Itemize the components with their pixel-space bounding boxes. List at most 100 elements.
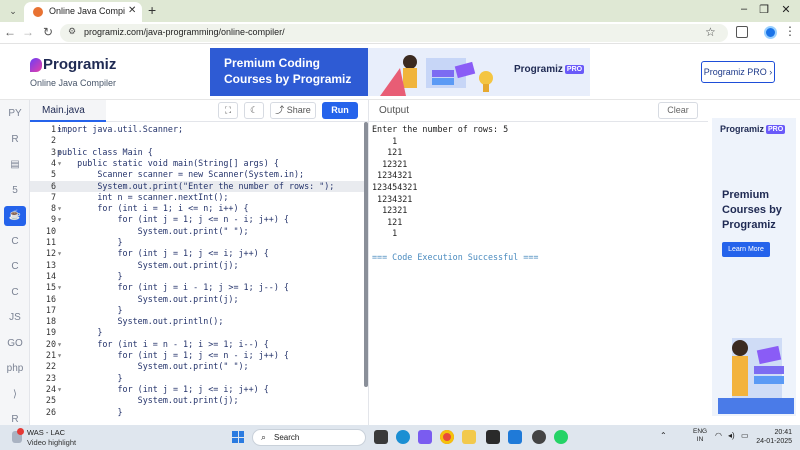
browser-menu-icon[interactable]: ⋮ [784,24,796,38]
clear-button[interactable]: Clear [658,102,698,119]
battery-icon[interactable]: ▭ [741,431,749,440]
java-icon[interactable]: ☕ [4,206,26,226]
code-line[interactable]: 5 Scanner scanner = new Scanner(System.i… [30,169,368,180]
browser-tabstrip: ⌄ Online Java Compiler - Programiz ✕ + –… [0,0,800,22]
code-line[interactable]: 1 ▾ import java.util.Scanner; [30,124,368,135]
code-line[interactable]: 11 } [30,237,368,248]
line-number: 19 [45,327,56,338]
code-line[interactable]: 19 } [30,327,368,338]
code-editor[interactable]: 1 ▾ import java.util.Scanner; 2 3 ▾ public cla… [30,122,368,425]
sql-icon[interactable]: ▤ [4,155,26,175]
code-text: System.out.print(j); [57,259,239,270]
whatsapp-icon[interactable] [554,430,568,444]
javascript-icon[interactable]: JS [4,308,26,328]
system-clock[interactable]: 20:41 24-01-2025 [752,428,792,446]
code-line[interactable]: 4 ▾ public static void main(String[] args… [30,158,368,169]
banner-illustration [370,48,510,96]
reload-icon[interactable]: ↻ [40,25,56,39]
code-text: for (int j = 1; j <= i; j++) { [57,383,269,394]
bookmark-star-icon[interactable]: ☆ [705,25,716,39]
cpp-icon[interactable]: C [4,257,26,277]
store-icon[interactable] [486,430,500,444]
code-line[interactable]: 14 } [30,271,368,282]
line-number: 16 [45,293,56,304]
code-line[interactable]: 25 System.out.print(j); [30,395,368,406]
code-line[interactable]: 20 ▾ for (int i = n - 1; i >= 1; i--) { [30,339,368,350]
code-line[interactable]: 16 System.out.print(j); [30,294,368,305]
python-icon[interactable]: PY [4,104,26,124]
run-button[interactable]: Run [322,102,358,119]
code-line[interactable]: 2 [30,135,368,146]
code-line[interactable]: 7 int n = scanner.nextInt(); [30,192,368,203]
line-number: 15 [45,282,56,293]
edge-icon[interactable] [396,430,410,444]
r-icon[interactable]: R [4,130,26,150]
promo-banner[interactable]: Premium Coding Courses by Programiz Prog… [210,48,590,96]
c-icon[interactable]: C [4,232,26,252]
profile-avatar[interactable] [764,26,777,39]
code-line[interactable]: 8 ▾ for (int i = 1; i <= n; i++) { [30,203,368,214]
start-button[interactable] [232,431,244,443]
go-icon[interactable]: GO [4,334,26,354]
code-line[interactable]: 21 ▾ for (int j = 1; j <= n - i; j++) { [30,350,368,361]
code-line[interactable]: 23 } [30,373,368,384]
address-bar[interactable]: ⚙ programiz.com/java-programming/online-… [60,24,728,42]
language-indicator[interactable]: ENG IN [693,428,707,444]
code-line[interactable]: 12 ▾ for (int j = 1; j <= i; j++) { [30,248,368,259]
swift-icon[interactable]: ⟩ [4,385,26,405]
output-toolbar: Output Clear [368,100,708,122]
ad-learn-more-button[interactable]: Learn More [722,242,770,257]
code-line[interactable]: 17 } [30,305,368,316]
code-line[interactable]: 26 } [30,407,368,418]
widget-title[interactable]: WAS - LAC [27,428,65,437]
code-line[interactable]: 18 System.out.println(); [30,316,368,327]
php-icon[interactable]: php [4,359,26,379]
code-line[interactable]: 13 System.out.print(j); [30,260,368,271]
code-line[interactable]: 15 ▾ for (int j = i - 1; j >= 1; j--) { [30,282,368,293]
output-line: 121 [372,216,403,227]
code-line[interactable]: 9 ▾ for (int j = 1; j <= n - i; j++) { [30,214,368,225]
extensions-icon[interactable] [736,26,748,38]
maximize-button[interactable]: ❐ [754,3,774,16]
file-tab-main-java[interactable]: Main.java [30,100,106,122]
taskbar-search[interactable]: ⌕ Search [252,429,366,446]
chrome-icon[interactable] [440,430,454,444]
site-header: Programiz Online Java Compiler Premium C… [0,44,800,100]
output-line: 12321 [372,205,408,216]
programiz-pro-button[interactable]: Programiz PRO › [701,61,775,83]
close-window-button[interactable]: ✕ [776,3,796,16]
csharp-icon[interactable]: C [4,283,26,303]
file-explorer-icon[interactable] [462,430,476,444]
speaker-icon[interactable]: ◂) [728,431,735,440]
code-line[interactable]: 22 System.out.print(" "); [30,361,368,372]
tab-close-icon[interactable]: ✕ [128,5,136,16]
line-number: 25 [45,395,56,406]
tab-search-icon[interactable]: ⌄ [6,4,20,18]
vscode-icon[interactable] [508,430,522,444]
dark-mode-icon[interactable]: ☾ [244,102,264,119]
fullscreen-icon[interactable]: ⛶ [218,102,238,119]
search-icon: ⌕ [261,432,267,442]
back-icon[interactable]: ← [2,25,18,39]
copilot-icon[interactable] [418,430,432,444]
code-line[interactable]: 24 ▾ for (int j = 1; j <= i; j++) { [30,384,368,395]
code-line[interactable]: 10 System.out.print(" "); [30,226,368,237]
share-button[interactable]: ⤴ Share [270,102,316,119]
browser-tab[interactable]: Online Java Compiler - Programiz ✕ [24,2,142,22]
wifi-icon[interactable]: ◠ [715,431,722,440]
tray-chevron-icon[interactable]: ⌃ [660,431,667,440]
new-tab-icon[interactable]: + [148,2,156,18]
code-line[interactable]: 3 ▾ public class Main { [30,147,368,158]
line-number: 5 [50,169,56,180]
code-text: public static void main(String[] args) { [57,157,279,168]
banner-pro-tag: PRO [564,65,585,74]
code-line[interactable]: 6 System.out.print("Enter the number of … [30,180,368,192]
minimize-button[interactable]: – [734,3,754,15]
github-icon[interactable] [532,430,546,444]
side-ad[interactable]: Programiz PRO Premium Courses by Programi… [712,118,796,416]
site-info-icon[interactable]: ⚙ [68,26,76,37]
forward-icon[interactable]: → [20,25,36,39]
html-icon[interactable]: 5 [4,181,26,201]
ad-headline: Premium Courses by Programiz [722,189,782,231]
task-view-icon[interactable] [374,430,388,444]
